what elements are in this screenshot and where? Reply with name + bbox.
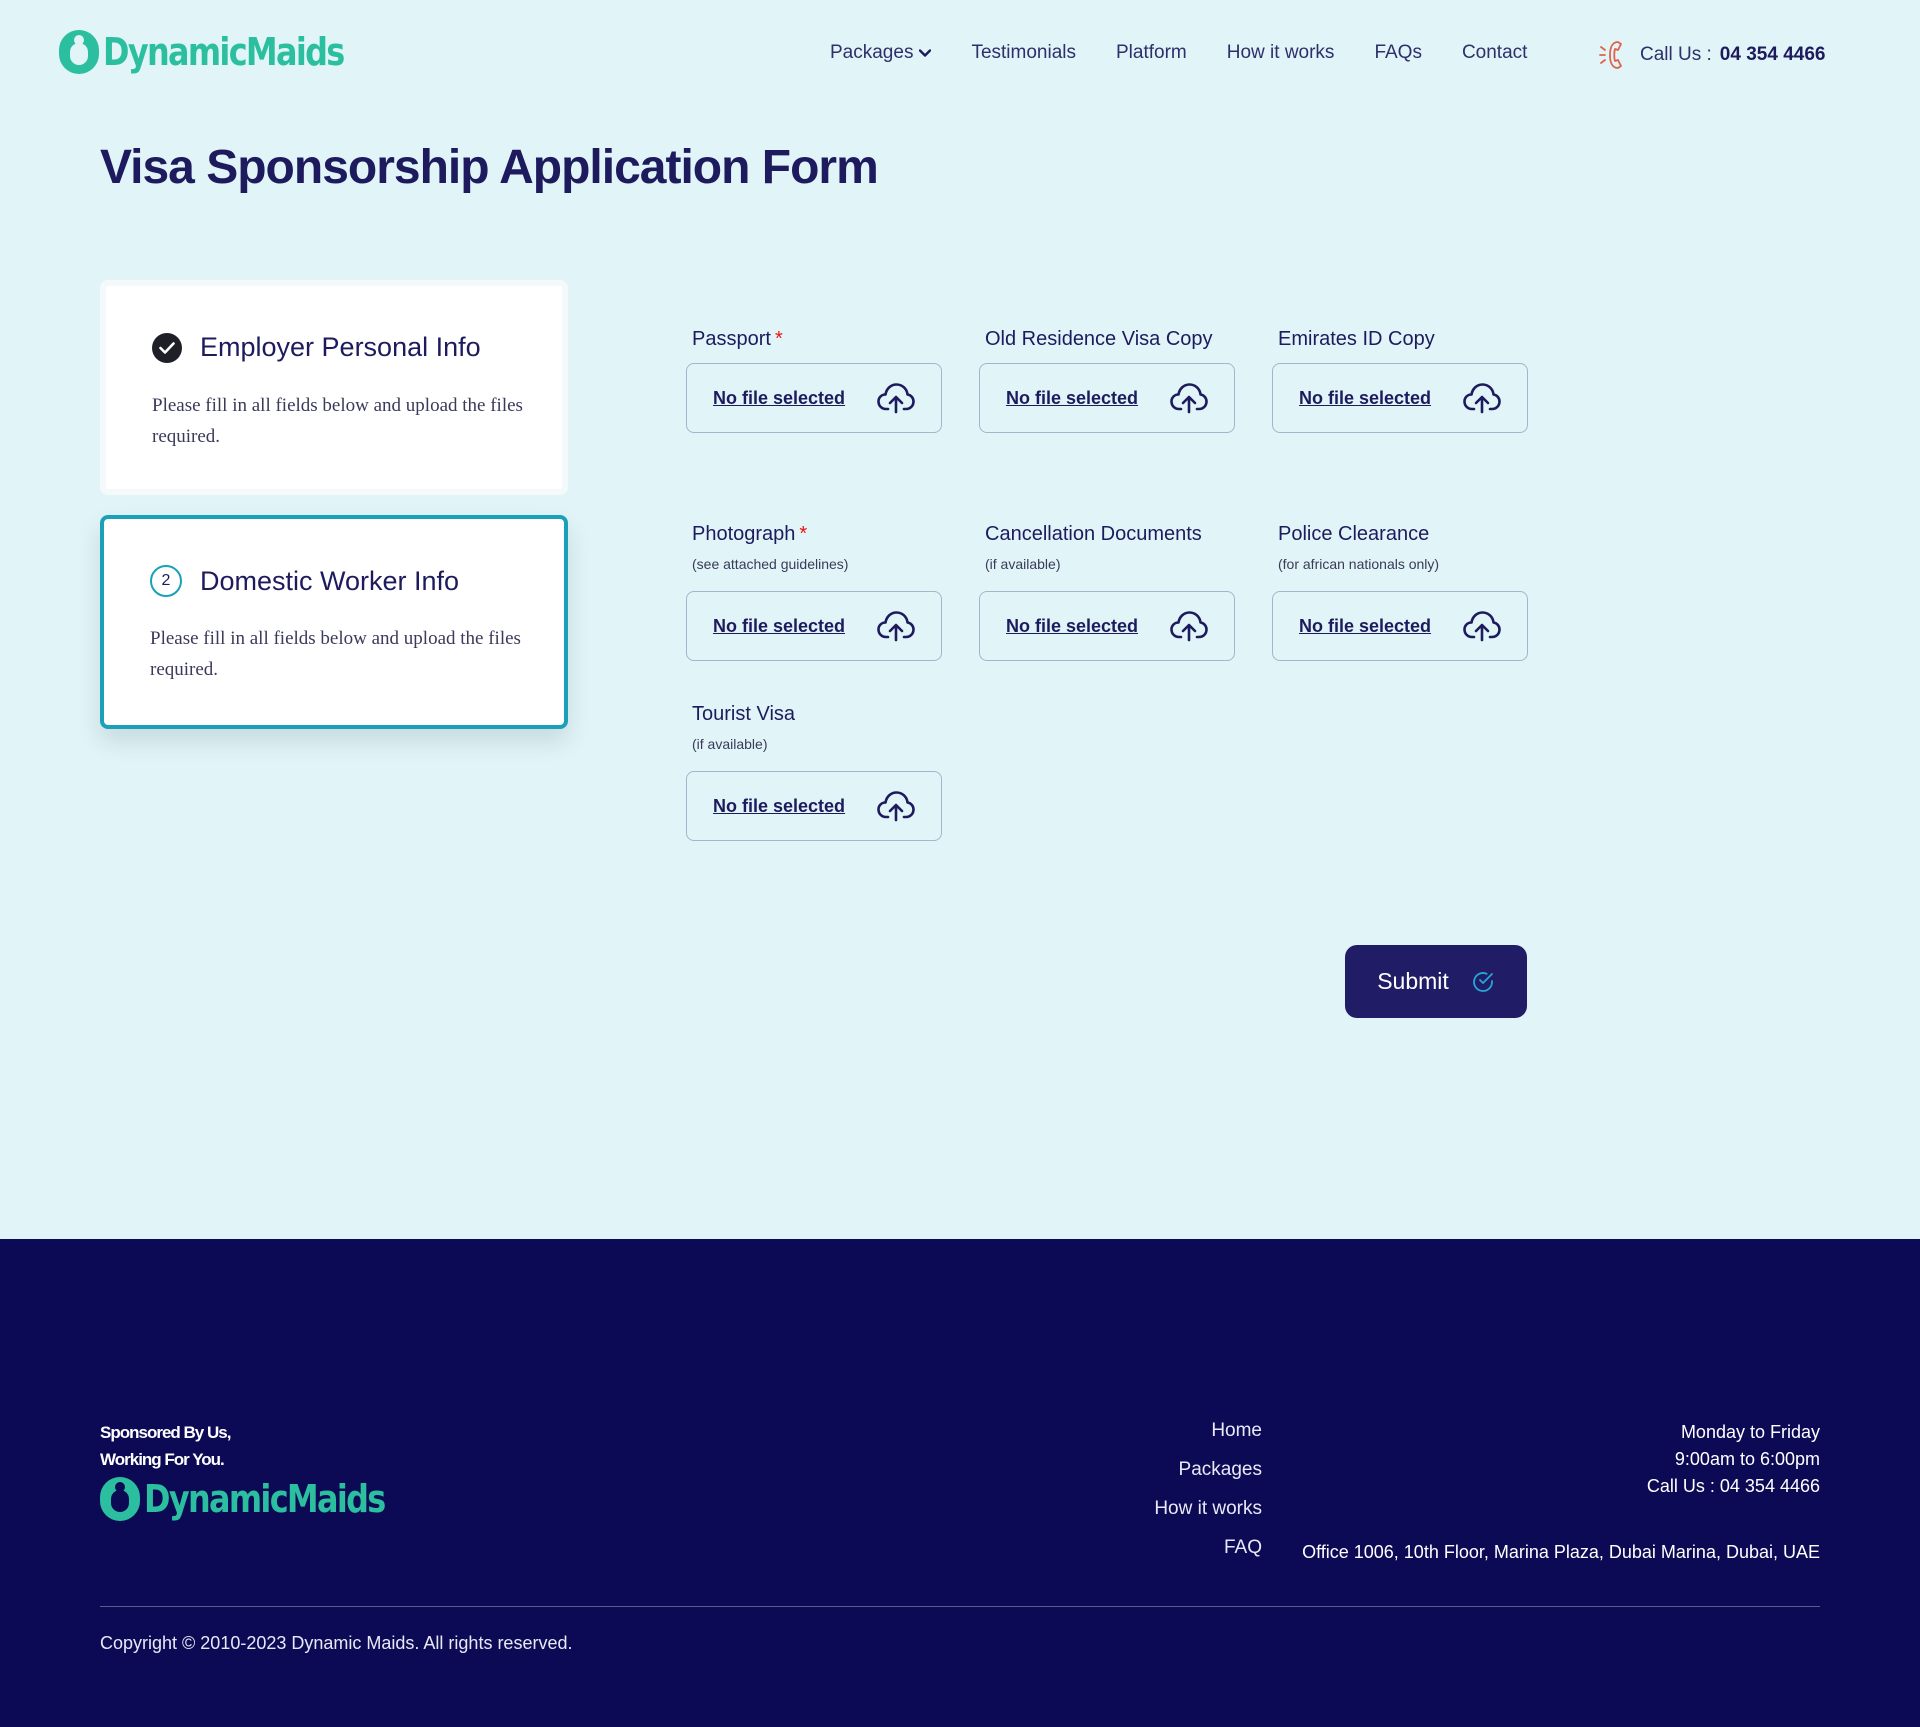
tagline-line-2: Working For You. <box>100 1450 225 1469</box>
step-description: Please fill in all fields below and uplo… <box>150 628 521 680</box>
step-employer-info[interactable]: Employer Personal Info Please fill in al… <box>100 280 568 495</box>
logo-mark-icon <box>100 1477 140 1521</box>
footer-links: Home Packages How it works FAQ <box>1154 1420 1262 1576</box>
step-number-badge: 2 <box>150 565 182 597</box>
field-hint: (see attached guidelines) <box>692 556 849 572</box>
file-status-text: No file selected <box>1299 387 1432 408</box>
step-domestic-worker-info[interactable]: 2 Domestic Worker Info Please fill in al… <box>100 515 568 729</box>
phone-ringing-icon <box>1599 41 1622 69</box>
check-circle-icon <box>152 332 182 363</box>
footer-link-packages[interactable]: Packages <box>1154 1459 1262 1498</box>
submit-button[interactable]: Submit <box>1345 945 1527 1018</box>
upload-field-cancellation-documents: Cancellation Documents (if available) No… <box>979 523 1235 661</box>
nav-contact[interactable]: Contact <box>1462 42 1527 64</box>
field-label: Passport * <box>692 328 783 350</box>
step-description: Please fill in all fields below and uplo… <box>152 395 523 447</box>
file-status-text: No file selected <box>713 615 846 636</box>
file-upload-button[interactable]: No file selected <box>686 363 942 433</box>
required-asterisk: * <box>799 523 808 545</box>
field-label: Cancellation Documents <box>985 523 1202 545</box>
logo-text: DynamicMaids <box>144 1477 386 1521</box>
brand-logo[interactable]: DynamicMaids <box>59 30 389 74</box>
file-status-text: No file selected <box>1006 615 1139 636</box>
footer-link-how-it-works[interactable]: How it works <box>1154 1498 1262 1537</box>
cloud-upload-icon <box>1463 383 1501 414</box>
footer-address: Office 1006, 10th Floor, Marina Plaza, D… <box>1302 1542 1820 1562</box>
page-title: Visa Sponsorship Application Form <box>100 141 879 194</box>
step-header: Employer Personal Info <box>152 332 481 363</box>
upload-field-tourist-visa: Tourist Visa (if available) No file sele… <box>686 703 942 841</box>
logo-text: DynamicMaids <box>103 30 345 74</box>
step-title: Employer Personal Info <box>200 332 481 362</box>
field-hint: (if available) <box>985 556 1061 572</box>
footer-hours-time: 9:00am to 6:00pm <box>1674 1449 1820 1469</box>
footer-hours-days: Monday to Friday <box>1680 1422 1820 1442</box>
cloud-upload-icon <box>1170 383 1208 414</box>
file-status-text: No file selected <box>1299 615 1432 636</box>
upload-field-photograph: Photograph * (see attached guidelines) No… <box>686 523 942 661</box>
cloud-upload-icon <box>877 383 915 414</box>
file-upload-button[interactable]: No file selected <box>1272 363 1528 433</box>
tagline-line-1: Sponsored By Us, <box>100 1423 231 1442</box>
call-us[interactable]: Call Us : 04 354 4466 <box>1598 38 1825 72</box>
field-label: Police Clearance <box>1278 523 1430 545</box>
nav-packages-label: Packages <box>830 42 914 63</box>
file-upload-button[interactable]: No file selected <box>979 363 1235 433</box>
nav-testimonials[interactable]: Testimonials <box>971 42 1076 64</box>
cloud-upload-icon <box>1170 611 1208 642</box>
file-status-text: No file selected <box>713 795 846 816</box>
required-asterisk: * <box>774 328 783 350</box>
footer-link-home[interactable]: Home <box>1154 1420 1262 1459</box>
submit-label: Submit <box>1377 968 1449 994</box>
field-hint: (if available) <box>692 736 768 752</box>
check-circle-icon <box>1472 971 1493 992</box>
footer-link-faq[interactable]: FAQ <box>1154 1537 1262 1576</box>
checkmark-icon <box>159 341 175 354</box>
logo-mark-icon <box>59 30 99 74</box>
nav-packages[interactable]: Packages <box>830 42 932 64</box>
footer-logo[interactable]: DynamicMaids <box>100 1477 430 1521</box>
footer-contact-info: Monday to Friday 9:00am to 6:00pm Call U… <box>1647 1419 1820 1500</box>
field-hint: (for african nationals only) <box>1278 556 1440 572</box>
upload-field-emirates-id: Emirates ID Copy No file selected <box>1272 328 1528 433</box>
cloud-upload-icon <box>877 791 915 822</box>
file-status-text: No file selected <box>1006 387 1139 408</box>
step-header: 2 Domestic Worker Info <box>150 565 459 597</box>
cloud-upload-icon <box>877 611 915 642</box>
field-label: Old Residence Visa Copy <box>985 328 1213 350</box>
site-header: DynamicMaids Packages Testimonials Platf… <box>0 0 1920 112</box>
cloud-upload-icon <box>1463 611 1501 642</box>
copyright-text: Copyright © 2010-2023 Dynamic Maids. All… <box>100 1633 573 1653</box>
call-us-number[interactable]: 04 354 4466 <box>1720 44 1826 66</box>
file-upload-button[interactable]: No file selected <box>686 771 942 841</box>
upload-field-passport: Passport * No file selected <box>686 328 942 433</box>
field-label: Emirates ID Copy <box>1278 328 1435 350</box>
field-label: Tourist Visa <box>692 703 796 725</box>
footer-tagline: Sponsored By Us, Working For You. <box>100 1419 231 1473</box>
nav-how-it-works[interactable]: How it works <box>1227 42 1335 64</box>
main-nav: Packages Testimonials Platform How it wo… <box>830 42 1567 64</box>
nav-faqs[interactable]: FAQs <box>1374 42 1422 64</box>
footer-call[interactable]: Call Us : 04 354 4466 <box>1647 1473 1820 1500</box>
field-label: Photograph * <box>692 523 808 545</box>
chevron-down-icon <box>919 49 932 57</box>
step-title: Domestic Worker Info <box>200 565 460 596</box>
nav-platform[interactable]: Platform <box>1116 42 1187 64</box>
site-footer: Sponsored By Us, Working For You. Dynami… <box>0 1239 1920 1727</box>
file-upload-button[interactable]: No file selected <box>686 591 942 661</box>
call-us-label: Call Us : <box>1640 44 1712 65</box>
file-upload-button[interactable]: No file selected <box>1272 591 1528 661</box>
upload-field-police-clearance: Police Clearance (for african nationals … <box>1272 523 1528 661</box>
footer-divider <box>100 1606 1820 1607</box>
file-upload-button[interactable]: No file selected <box>979 591 1235 661</box>
file-status-text: No file selected <box>713 387 846 408</box>
upload-field-old-residence-visa: Old Residence Visa Copy No file selected <box>979 328 1235 433</box>
